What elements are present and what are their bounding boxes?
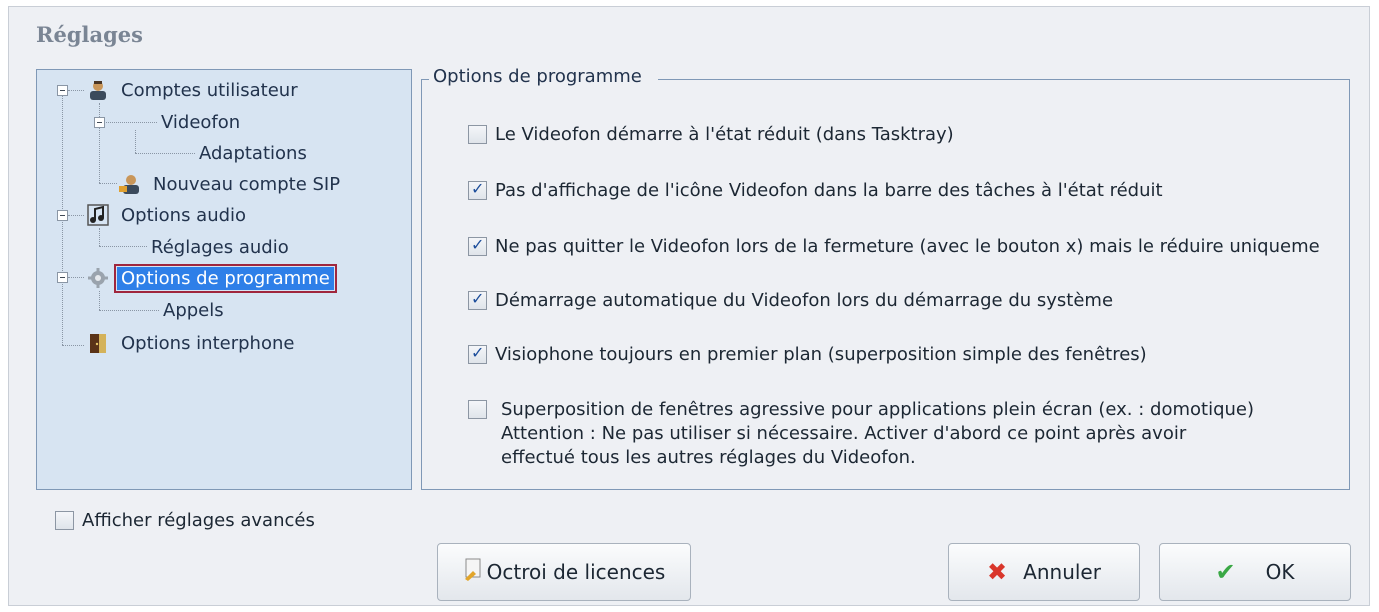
dialog-title: Réglages [36, 22, 143, 47]
checkbox[interactable] [468, 235, 487, 256]
option-start-minimized[interactable]: Le Videofon démarre à l'état réduit (dan… [468, 123, 954, 147]
license-button[interactable]: Octroi de licences [437, 543, 691, 601]
option-autostart[interactable]: Démarrage automatique du Videofon lors d… [468, 289, 1113, 313]
cancel-button[interactable]: ✖ Annuler [948, 543, 1140, 601]
expander-comptes[interactable] [57, 85, 68, 96]
expander-audio[interactable] [57, 210, 68, 221]
checkbox[interactable] [468, 343, 487, 364]
checkbox[interactable] [468, 400, 487, 419]
expander-videofon[interactable] [94, 117, 105, 128]
tree-item-nouveau-compte-sip[interactable]: Nouveau compte SIP [119, 169, 344, 199]
tree-item-videofon[interactable]: Videofon [157, 107, 244, 137]
option-hide-taskbar-icon[interactable]: Pas d'affichage de l'icône Videofon dans… [468, 179, 1163, 203]
ok-button[interactable]: ✔ OK [1159, 543, 1351, 601]
close-icon: ✖ [987, 558, 1008, 586]
tree-item-adaptations[interactable]: Adaptations [195, 138, 311, 168]
music-note-icon [87, 204, 109, 226]
option-aggressive-overlay[interactable]: Superposition de fenêtres agressive pour… [468, 398, 1254, 470]
checkbox[interactable] [468, 179, 487, 200]
option-minimize-on-close[interactable]: Ne pas quitter le Videofon lors de la fe… [468, 235, 1343, 259]
tree-item-options-de-programme[interactable]: Options de programme [87, 263, 337, 293]
checkmark-icon: ✔ [1215, 558, 1236, 586]
expander-programme[interactable] [57, 272, 68, 283]
tree-item-appels[interactable]: Appels [159, 295, 228, 325]
checkbox[interactable] [55, 511, 74, 530]
advanced-settings-option[interactable]: Afficher réglages avancés [55, 510, 315, 531]
settings-tree[interactable]: Comptes utilisateur Videofon Adaptations… [36, 69, 412, 490]
door-icon [87, 332, 109, 354]
gear-icon [87, 267, 109, 289]
group-title: Options de programme [433, 66, 642, 87]
user-icon [87, 79, 109, 101]
tree-item-comptes-utilisateur[interactable]: Comptes utilisateur [87, 75, 302, 105]
checkbox[interactable] [468, 289, 487, 310]
tree-item-options-interphone[interactable]: Options interphone [87, 328, 298, 358]
license-key-icon [463, 557, 485, 587]
checkbox[interactable] [468, 125, 487, 144]
tree-item-reglages-audio[interactable]: Réglages audio [147, 232, 293, 262]
user-add-icon [119, 173, 141, 195]
option-always-on-top[interactable]: Visiophone toujours en premier plan (sup… [468, 343, 1147, 367]
tree-item-options-audio[interactable]: Options audio [87, 200, 250, 230]
